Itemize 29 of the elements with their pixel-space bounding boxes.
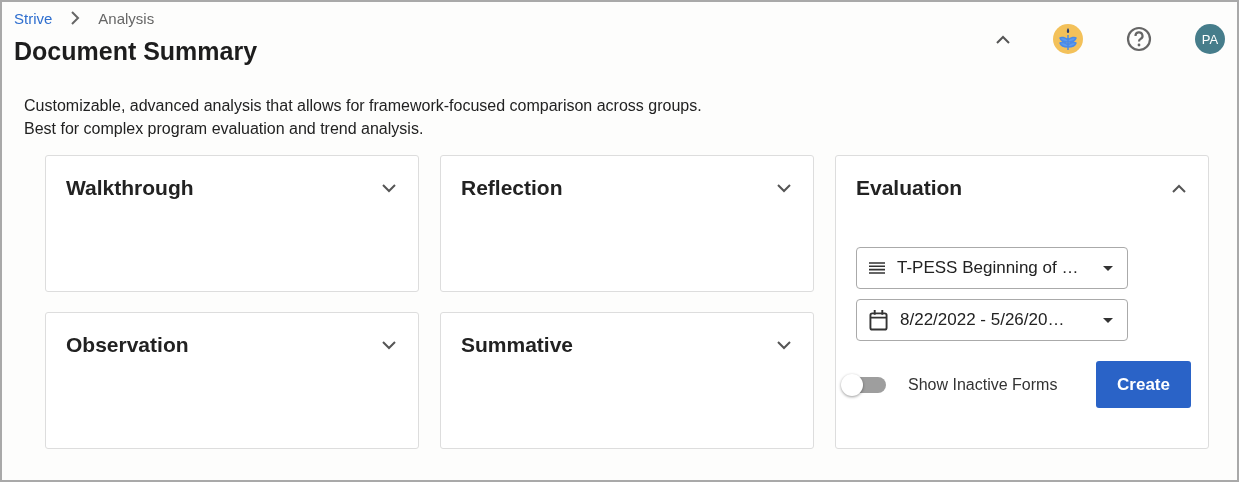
description-text: Best for complex program evaluation and trend analysis.: [24, 119, 425, 139]
chevron-up-icon[interactable]: [1172, 183, 1186, 193]
toggle-switch[interactable]: [844, 376, 886, 393]
help-icon[interactable]: [1126, 26, 1152, 52]
card-title: Walkthrough: [66, 176, 194, 200]
card-title: Evaluation: [856, 176, 963, 200]
chevron-down-icon[interactable]: [382, 340, 396, 350]
card-title: Summative: [461, 333, 574, 357]
date-range-select[interactable]: 8/22/2022 - 5/26/20…: [856, 299, 1128, 341]
card-title: Observation: [66, 333, 189, 357]
plant-logo-icon[interactable]: [1053, 24, 1083, 54]
dropdown-arrow-icon: [1103, 265, 1113, 271]
page-title: Document Summary: [14, 37, 258, 66]
form-select[interactable]: T-PESS Beginning of …: [856, 247, 1128, 289]
breadcrumb-current: Analysis: [98, 9, 155, 27]
chevron-up-icon[interactable]: [996, 34, 1010, 44]
dropdown-arrow-icon: [1103, 317, 1113, 323]
toggle-label: Show Inactive Forms: [908, 375, 1058, 394]
chevron-down-icon[interactable]: [382, 183, 396, 193]
user-avatar[interactable]: PA: [1195, 24, 1225, 54]
list-icon: [869, 262, 885, 274]
calendar-icon: [869, 309, 888, 331]
create-button[interactable]: Create: [1096, 361, 1191, 408]
description-text: Customizable, advanced analysis that allows for framework-focused comparison across groups.: [24, 96, 703, 116]
chevron-right-icon: [70, 11, 81, 25]
chevron-down-icon[interactable]: [777, 340, 791, 350]
breadcrumb-link[interactable]: Strive: [14, 9, 53, 27]
chevron-down-icon[interactable]: [777, 183, 791, 193]
card-title: Reflection: [461, 176, 563, 200]
